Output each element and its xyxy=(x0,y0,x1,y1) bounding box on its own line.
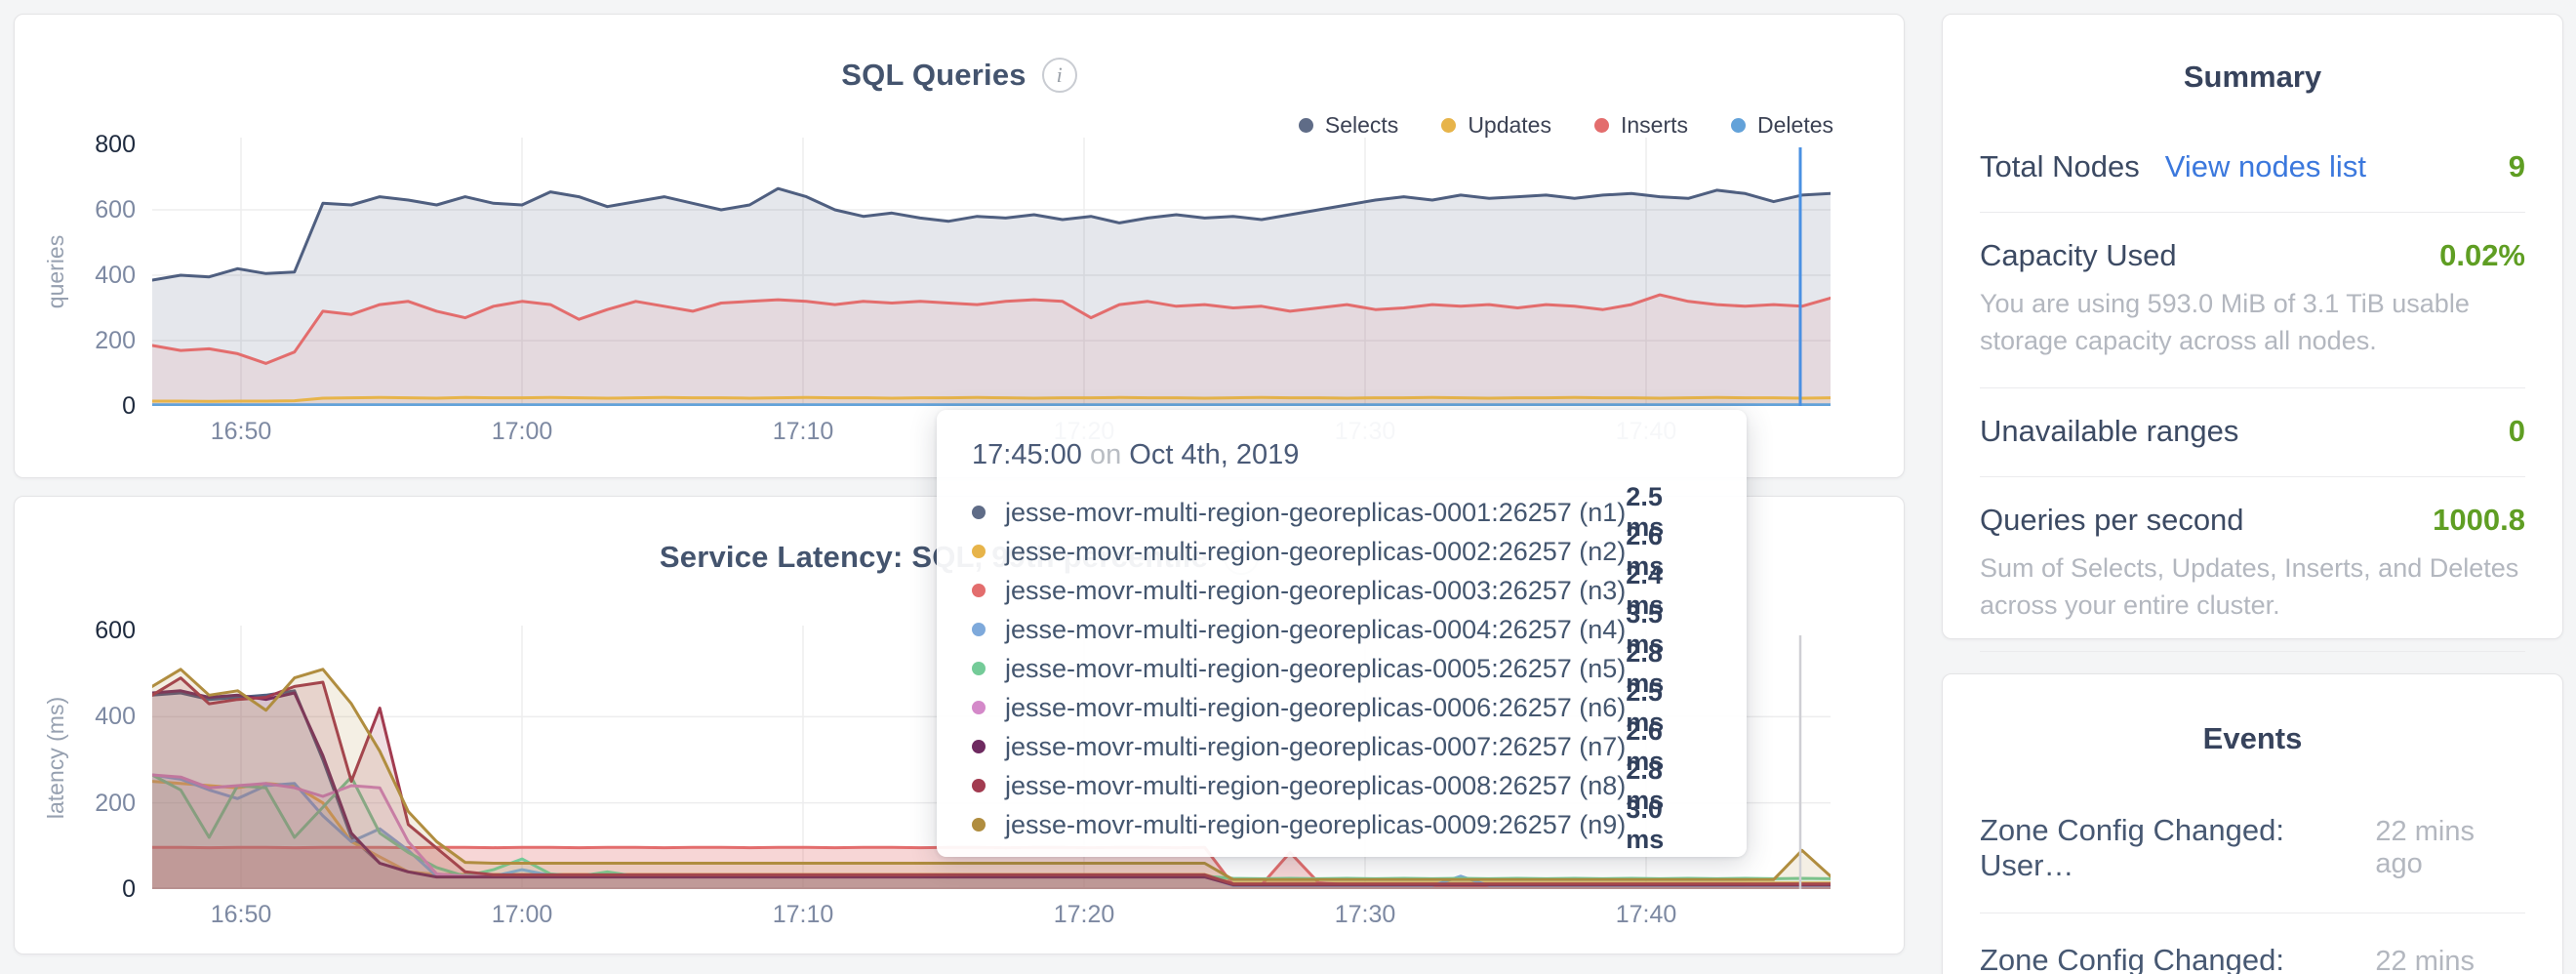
tooltip-node-rows: jesse-movr-multi-region-georeplicas-0001… xyxy=(972,493,1711,844)
node-color-dot xyxy=(972,584,986,597)
cluster-overview-page: SQL Queries i Selects Updates Inserts Delet… xyxy=(0,0,2576,974)
legend-dot xyxy=(1299,118,1313,133)
total-nodes-label: Total Nodes xyxy=(1980,149,2140,184)
event-row[interactable]: Zone Config Changed: User… 22 mins ago xyxy=(1980,913,2525,974)
y-axis-label: queries xyxy=(40,138,73,406)
tooltip-conjunction: on xyxy=(1090,439,1121,470)
x-tick: 16:50 xyxy=(173,901,309,929)
capacity-used-value: 0.02% xyxy=(2439,238,2525,273)
series-deletes xyxy=(152,405,1831,406)
summary-row-qps: Queries per second 1000.8 Sum of Selects… xyxy=(1980,477,2525,653)
summary-body: Total Nodes View nodes list 9 Capacity U… xyxy=(1943,95,2562,740)
legend-item-deletes[interactable]: Deletes xyxy=(1731,112,1833,139)
node-color-dot xyxy=(972,740,986,753)
summary-row-total-nodes: Total Nodes View nodes list 9 xyxy=(1980,124,2525,213)
node-name: jesse-movr-multi-region-georeplicas-0004… xyxy=(1005,615,1626,645)
node-color-dot xyxy=(972,506,986,519)
qps-value: 1000.8 xyxy=(2433,503,2525,538)
node-name: jesse-movr-multi-region-georeplicas-0002… xyxy=(1005,537,1626,567)
unavailable-ranges-value: 0 xyxy=(2509,414,2525,449)
legend-item-updates[interactable]: Updates xyxy=(1441,112,1551,139)
legend-dot xyxy=(1594,118,1609,133)
qps-label: Queries per second xyxy=(1980,503,2244,538)
legend-dot xyxy=(1731,118,1746,133)
tooltip-node-row: jesse-movr-multi-region-georeplicas-0002… xyxy=(972,532,1711,571)
tooltip-node-row: jesse-movr-multi-region-georeplicas-0004… xyxy=(972,610,1711,649)
tooltip-node-row: jesse-movr-multi-region-georeplicas-0001… xyxy=(972,493,1711,532)
event-title: Zone Config Changed: User… xyxy=(1980,813,2375,883)
node-name: jesse-movr-multi-region-georeplicas-0001… xyxy=(1005,498,1626,528)
x-tick: 17:10 xyxy=(735,418,871,446)
tooltip-node-row: jesse-movr-multi-region-georeplicas-0005… xyxy=(972,649,1711,688)
x-tick: 17:40 xyxy=(1578,901,1714,929)
x-tick: 16:50 xyxy=(173,418,309,446)
sql-queries-title: SQL Queries xyxy=(841,58,1026,93)
summary-panel: Summary Total Nodes View nodes list 9 Ca… xyxy=(1942,14,2563,639)
summary-row-unavailable-ranges: Unavailable ranges 0 xyxy=(1980,388,2525,477)
node-color-dot xyxy=(972,623,986,636)
event-time: 22 mins ago xyxy=(2375,946,2525,974)
node-name: jesse-movr-multi-region-georeplicas-0005… xyxy=(1005,654,1626,684)
qps-subtext: Sum of Selects, Updates, Inserts, and De… xyxy=(1980,549,2525,625)
node-color-dot xyxy=(972,818,986,832)
sql-queries-header: SQL Queries i xyxy=(15,58,1904,93)
tooltip-node-row: jesse-movr-multi-region-georeplicas-0003… xyxy=(972,571,1711,610)
capacity-used-subtext: You are using 593.0 MiB of 3.1 TiB usabl… xyxy=(1980,285,2525,360)
info-icon[interactable]: i xyxy=(1042,58,1077,93)
tooltip-node-row: jesse-movr-multi-region-georeplicas-0007… xyxy=(972,727,1711,766)
x-tick: 17:00 xyxy=(454,418,590,446)
tooltip-node-row: jesse-movr-multi-region-georeplicas-0008… xyxy=(972,766,1711,805)
sql-queries-panel: SQL Queries i Selects Updates Inserts Delet… xyxy=(14,14,1905,478)
x-tick: 17:20 xyxy=(1016,901,1152,929)
unavailable-ranges-label: Unavailable ranges xyxy=(1980,414,2238,449)
legend-item-selects[interactable]: Selects xyxy=(1299,112,1398,139)
sql-queries-legend: Selects Updates Inserts Deletes xyxy=(1299,112,1833,139)
summary-row-capacity: Capacity Used 0.02% You are using 593.0 … xyxy=(1980,213,2525,388)
series-inserts xyxy=(152,295,1831,406)
legend-dot xyxy=(1441,118,1456,133)
events-panel: Events Zone Config Changed: User… 22 min… xyxy=(1942,673,2563,974)
chart-hover-tooltip: 17:45:00 on Oct 4th, 2019 jesse-movr-mul… xyxy=(937,410,1747,857)
tooltip-node-row: jesse-movr-multi-region-georeplicas-0006… xyxy=(972,688,1711,727)
legend-item-inserts[interactable]: Inserts xyxy=(1594,112,1688,139)
event-row[interactable]: Zone Config Changed: User… 22 mins ago xyxy=(1980,784,2525,913)
node-name: jesse-movr-multi-region-georeplicas-0003… xyxy=(1005,576,1626,606)
node-latency-value: 3.0 ms xyxy=(1626,794,1711,855)
total-nodes-value: 9 xyxy=(2509,149,2525,184)
x-tick: 17:30 xyxy=(1297,901,1433,929)
x-tick: 17:10 xyxy=(735,901,871,929)
node-color-dot xyxy=(972,545,986,558)
node-name: jesse-movr-multi-region-georeplicas-0007… xyxy=(1005,732,1626,762)
legend-label: Inserts xyxy=(1621,112,1688,139)
summary-title: Summary xyxy=(1943,60,2562,95)
y-axis-label: latency (ms) xyxy=(40,626,73,889)
node-color-dot xyxy=(972,662,986,675)
tooltip-timestamp: 17:45:00 on Oct 4th, 2019 xyxy=(972,439,1711,471)
events-list: Zone Config Changed: User… 22 mins ago Z… xyxy=(1943,756,2562,974)
node-name: jesse-movr-multi-region-georeplicas-0009… xyxy=(1005,810,1626,840)
capacity-used-label: Capacity Used xyxy=(1980,238,2177,273)
tooltip-node-row: jesse-movr-multi-region-georeplicas-0009… xyxy=(972,805,1711,844)
node-name: jesse-movr-multi-region-georeplicas-0006… xyxy=(1005,693,1626,723)
legend-label: Updates xyxy=(1468,112,1551,139)
legend-label: Selects xyxy=(1325,112,1398,139)
node-color-dot xyxy=(972,701,986,714)
x-tick: 17:00 xyxy=(454,901,590,929)
node-color-dot xyxy=(972,779,986,792)
legend-label: Deletes xyxy=(1757,112,1833,139)
events-title: Events xyxy=(1943,721,2562,756)
tooltip-date: Oct 4th, 2019 xyxy=(1129,439,1299,470)
sql-queries-chart[interactable] xyxy=(152,138,1831,406)
event-time: 22 mins ago xyxy=(2375,816,2525,880)
node-name: jesse-movr-multi-region-georeplicas-0008… xyxy=(1005,771,1626,801)
view-nodes-list-link[interactable]: View nodes list xyxy=(2165,149,2366,184)
event-title: Zone Config Changed: User… xyxy=(1980,943,2375,974)
tooltip-time: 17:45:00 xyxy=(972,439,1082,470)
